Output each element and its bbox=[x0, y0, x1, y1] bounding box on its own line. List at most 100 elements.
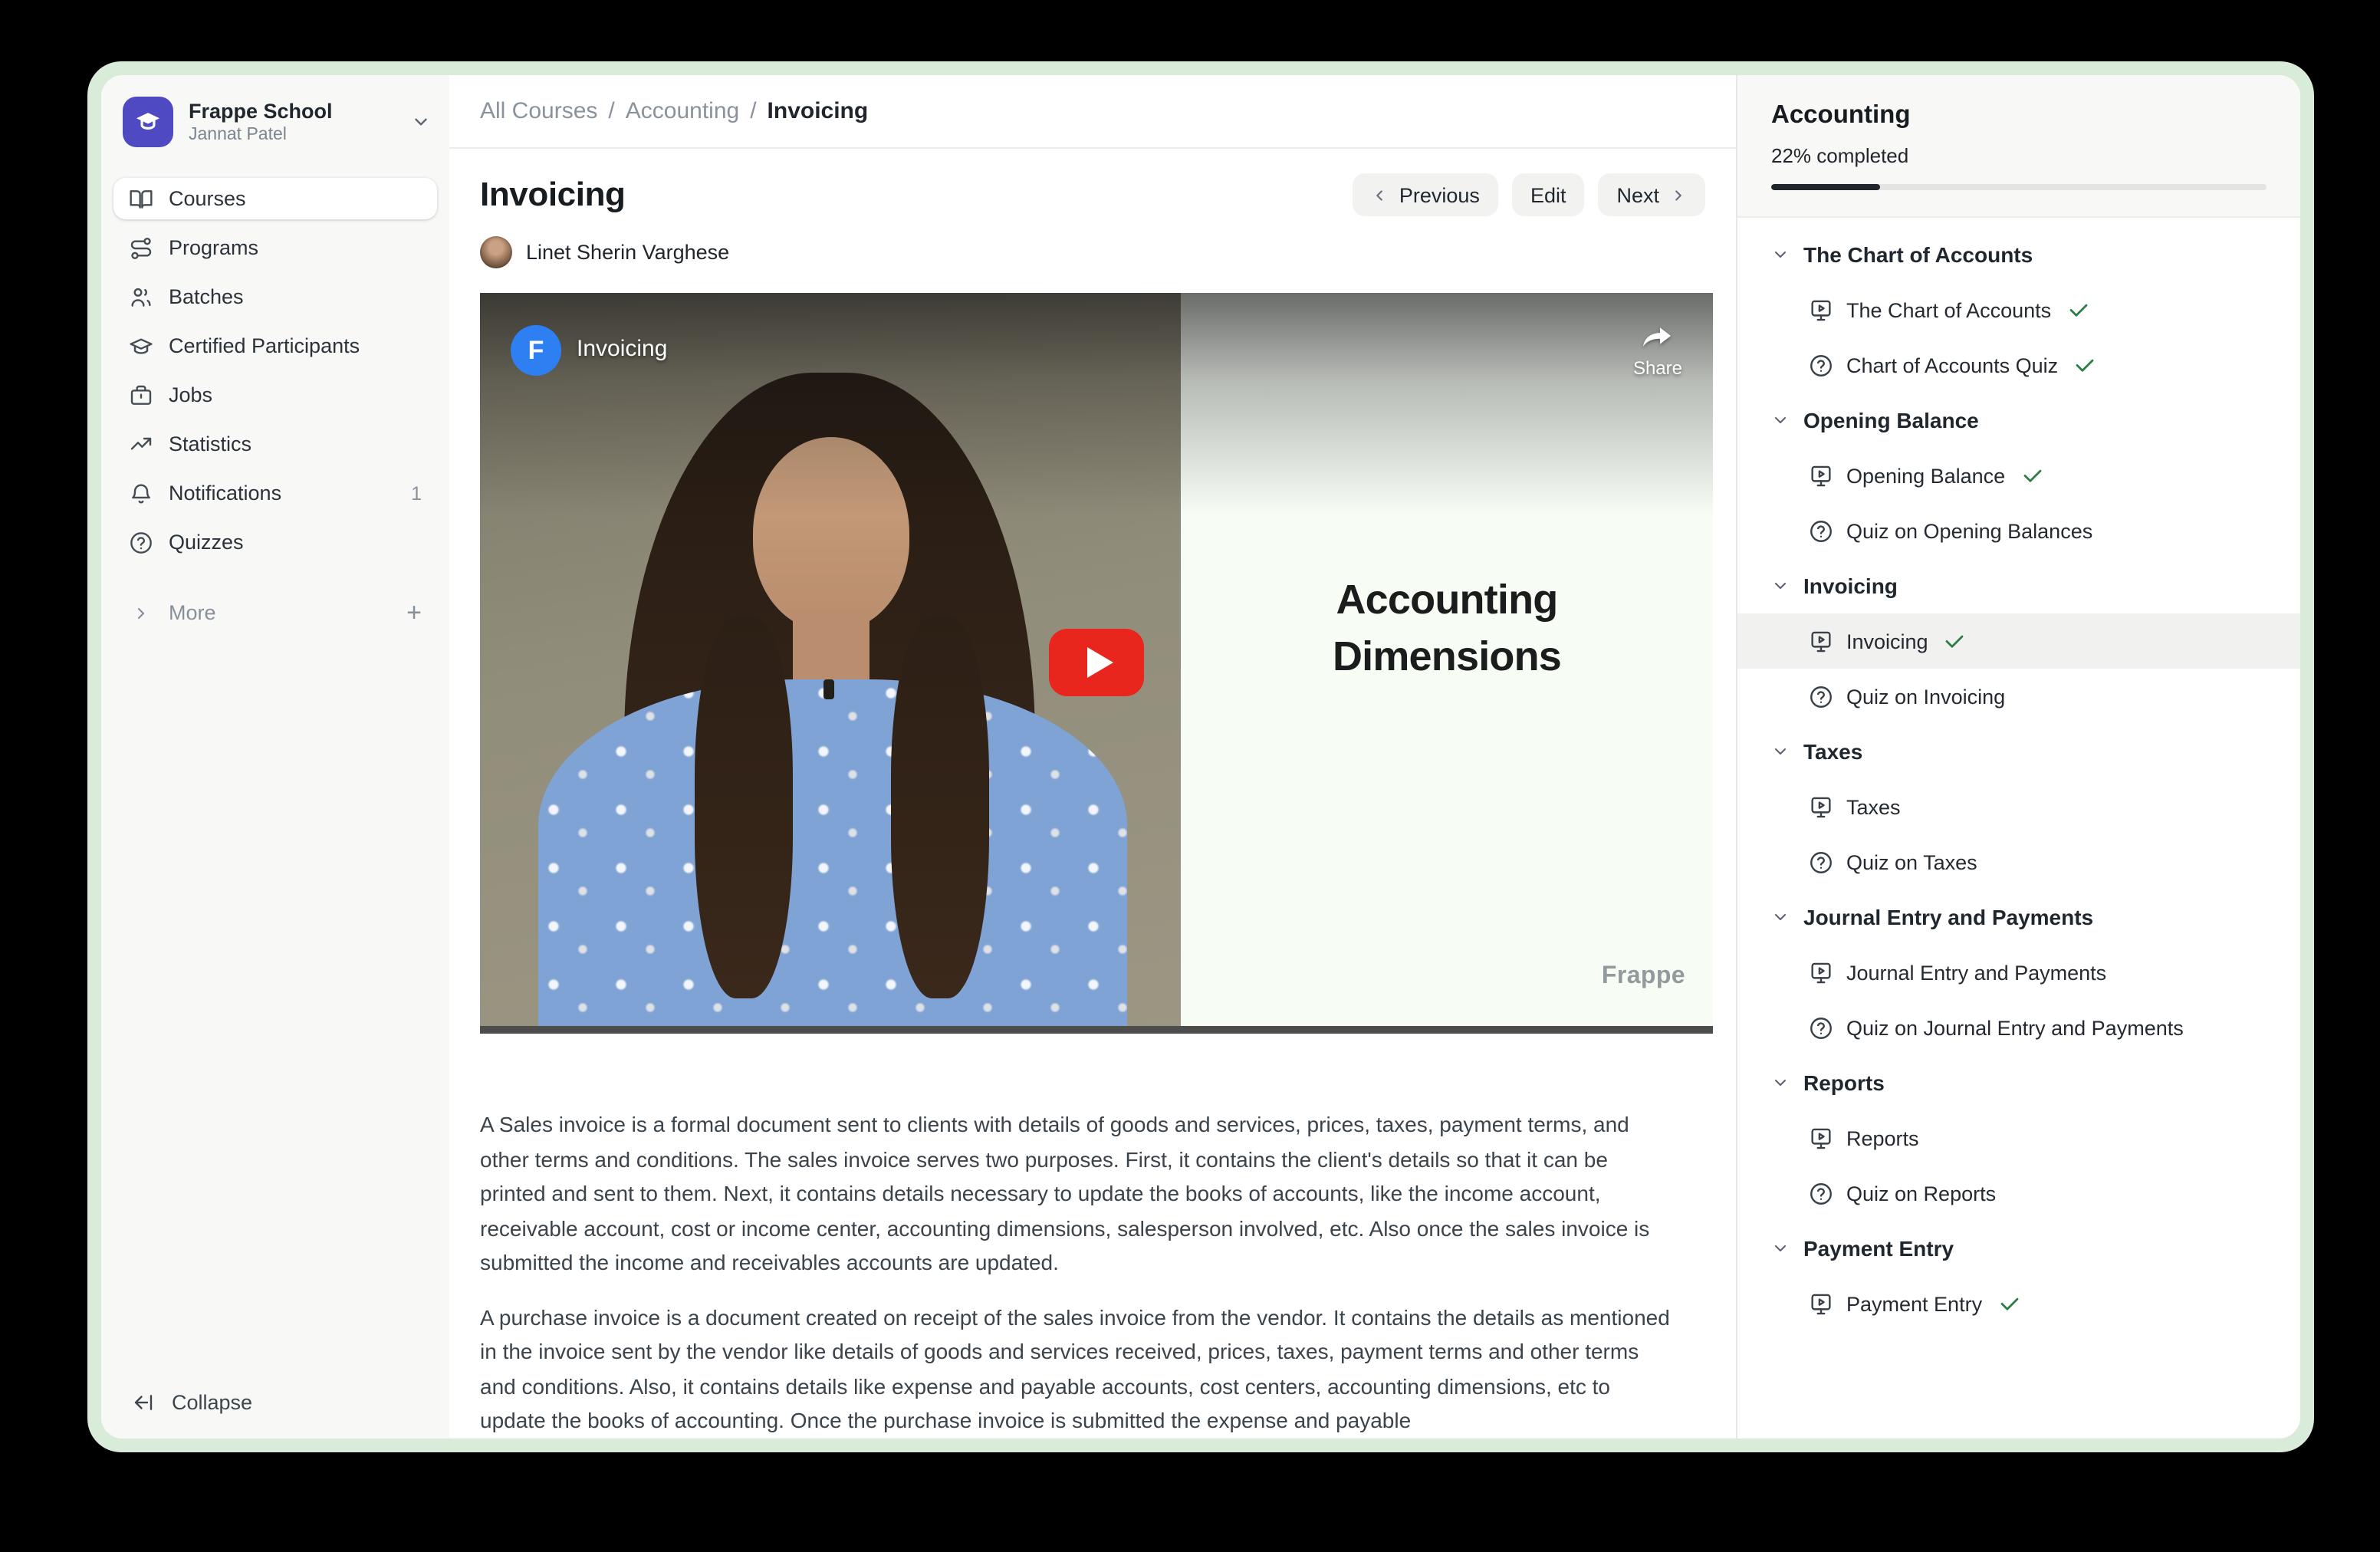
edit-label: Edit bbox=[1530, 183, 1566, 206]
bell-icon bbox=[129, 481, 153, 505]
chevron-down-icon bbox=[1771, 411, 1790, 429]
lesson-label: Quiz on Reports bbox=[1846, 1182, 1996, 1205]
lesson-row[interactable]: Taxes bbox=[1737, 779, 2300, 834]
sidebar-item-label: Quizzes bbox=[169, 531, 244, 554]
trending-up-icon bbox=[129, 432, 153, 456]
collapse-sidebar-button[interactable]: Collapse bbox=[132, 1391, 252, 1414]
workspace-switcher[interactable]: Frappe School Jannat Patel bbox=[101, 75, 449, 163]
lesson-row[interactable]: Invoicing bbox=[1737, 613, 2300, 669]
quiz-lesson-icon bbox=[1808, 849, 1834, 875]
chapter-row[interactable]: Journal Entry and Payments bbox=[1737, 889, 2300, 945]
chapter-row[interactable]: Opening Balance bbox=[1737, 393, 2300, 448]
lesson-row[interactable]: Quiz on Taxes bbox=[1737, 834, 2300, 889]
briefcase-icon bbox=[129, 383, 153, 407]
share-icon bbox=[1639, 321, 1677, 351]
chevron-down-icon bbox=[411, 112, 431, 132]
lesson-row[interactable]: Opening Balance bbox=[1737, 448, 2300, 503]
sidebar-item-quizzes[interactable]: Quizzes bbox=[113, 521, 437, 563]
lesson-row[interactable]: Quiz on Opening Balances bbox=[1737, 503, 2300, 558]
breadcrumb-course[interactable]: Accounting bbox=[626, 98, 739, 124]
lesson-row[interactable]: Journal Entry and Payments bbox=[1737, 945, 2300, 1000]
lesson-label: Journal Entry and Payments bbox=[1846, 961, 2106, 984]
chapter-row[interactable]: Reports bbox=[1737, 1055, 2300, 1110]
video-player[interactable]: Accounting Dimensions F Invoicing Share bbox=[480, 293, 1713, 1034]
notifications-count-badge: 1 bbox=[411, 482, 422, 504]
graduation-cap-icon bbox=[133, 107, 163, 136]
lesson-paragraph: A Sales invoice is a formal document sen… bbox=[480, 1107, 1679, 1280]
plus-icon[interactable]: + bbox=[406, 600, 422, 626]
chapter-row[interactable]: Taxes bbox=[1737, 724, 2300, 779]
chevron-down-icon bbox=[1771, 245, 1790, 264]
author-avatar bbox=[480, 236, 512, 268]
chapter-row[interactable]: Payment Entry bbox=[1737, 1221, 2300, 1276]
next-button[interactable]: Next bbox=[1598, 173, 1705, 216]
sidebar-item-programs[interactable]: Programs bbox=[113, 227, 437, 268]
video-lesson-icon bbox=[1808, 794, 1834, 820]
video-title-overlay[interactable]: Invoicing bbox=[577, 336, 667, 362]
course-title: Accounting bbox=[1771, 101, 2267, 130]
lesson-row[interactable]: Quiz on Journal Entry and Payments bbox=[1737, 1000, 2300, 1055]
breadcrumb-separator: / bbox=[608, 98, 614, 124]
frappe-school-logo bbox=[123, 97, 173, 147]
video-lesson-icon bbox=[1808, 297, 1834, 323]
chevron-left-icon bbox=[1372, 186, 1389, 203]
left-sidebar: Frappe School Jannat Patel Courses Progr bbox=[101, 75, 449, 1439]
previous-label: Previous bbox=[1399, 183, 1480, 206]
video-lesson-icon bbox=[1808, 1291, 1834, 1317]
edit-button[interactable]: Edit bbox=[1512, 173, 1585, 216]
course-outline-panel: Accounting 22% completed The Chart of Ac… bbox=[1737, 75, 2300, 1439]
check-icon bbox=[2066, 298, 2089, 321]
lesson-row[interactable]: The Chart of Accounts bbox=[1737, 282, 2300, 337]
share-button[interactable]: Share bbox=[1633, 321, 1682, 379]
chapter-row[interactable]: The Chart of Accounts bbox=[1737, 227, 2300, 282]
lesson-row[interactable]: Quiz on Invoicing bbox=[1737, 669, 2300, 724]
sidebar-item-jobs[interactable]: Jobs bbox=[113, 374, 437, 416]
page-title: Invoicing bbox=[480, 175, 626, 215]
sidebar-more-section[interactable]: More + bbox=[101, 600, 449, 626]
chevron-down-icon bbox=[1771, 742, 1790, 761]
sidebar-item-courses[interactable]: Courses bbox=[113, 178, 437, 219]
chevron-down-icon bbox=[1771, 908, 1790, 926]
lesson-label: Taxes bbox=[1846, 795, 1901, 818]
graduation-cap-icon bbox=[129, 334, 153, 358]
chapter-title: Payment Entry bbox=[1803, 1236, 1954, 1261]
chapter-title: Opening Balance bbox=[1803, 408, 1979, 432]
quiz-lesson-icon bbox=[1808, 352, 1834, 378]
sidebar-item-label: Batches bbox=[169, 285, 244, 308]
chapter-row[interactable]: Invoicing bbox=[1737, 558, 2300, 613]
video-lesson-icon bbox=[1808, 959, 1834, 985]
check-icon bbox=[2073, 353, 2096, 376]
lesson-paragraph: A purchase invoice is a document created… bbox=[480, 1300, 1679, 1438]
play-button[interactable] bbox=[1049, 629, 1144, 696]
chevron-down-icon bbox=[1771, 1074, 1790, 1092]
sidebar-item-certified-participants[interactable]: Certified Participants bbox=[113, 325, 437, 367]
arrow-left-to-line-icon bbox=[132, 1391, 155, 1414]
sidebar-item-statistics[interactable]: Statistics bbox=[113, 423, 437, 465]
video-bottom-bar bbox=[480, 1026, 1713, 1034]
next-label: Next bbox=[1616, 183, 1659, 206]
lesson-label: Quiz on Taxes bbox=[1846, 850, 1977, 873]
video-lesson-icon bbox=[1808, 628, 1834, 654]
breadcrumb-all-courses[interactable]: All Courses bbox=[480, 98, 597, 124]
lesson-label: Opening Balance bbox=[1846, 464, 2005, 487]
sidebar-item-notifications[interactable]: Notifications 1 bbox=[113, 472, 437, 514]
sidebar-item-label: Certified Participants bbox=[169, 334, 360, 357]
previous-button[interactable]: Previous bbox=[1353, 173, 1498, 216]
help-circle-icon bbox=[129, 530, 153, 554]
check-icon bbox=[2020, 464, 2043, 487]
sidebar-nav: Courses Programs Batches Certified Parti… bbox=[101, 178, 449, 563]
breadcrumb-separator: / bbox=[750, 98, 756, 124]
collapse-label: Collapse bbox=[172, 1391, 252, 1414]
check-icon bbox=[1997, 1292, 2020, 1315]
sidebar-item-batches[interactable]: Batches bbox=[113, 276, 437, 317]
lesson-row[interactable]: Chart of Accounts Quiz bbox=[1737, 337, 2300, 393]
chapter-title: The Chart of Accounts bbox=[1803, 242, 2033, 267]
share-label: Share bbox=[1633, 357, 1682, 379]
lesson-label: The Chart of Accounts bbox=[1846, 298, 2051, 321]
lesson-row[interactable]: Payment Entry bbox=[1737, 1276, 2300, 1331]
quiz-lesson-icon bbox=[1808, 1014, 1834, 1041]
lesson-row[interactable]: Reports bbox=[1737, 1110, 2300, 1166]
channel-avatar[interactable]: F bbox=[511, 325, 561, 376]
lesson-row[interactable]: Quiz on Reports bbox=[1737, 1166, 2300, 1221]
book-open-icon bbox=[129, 186, 153, 211]
